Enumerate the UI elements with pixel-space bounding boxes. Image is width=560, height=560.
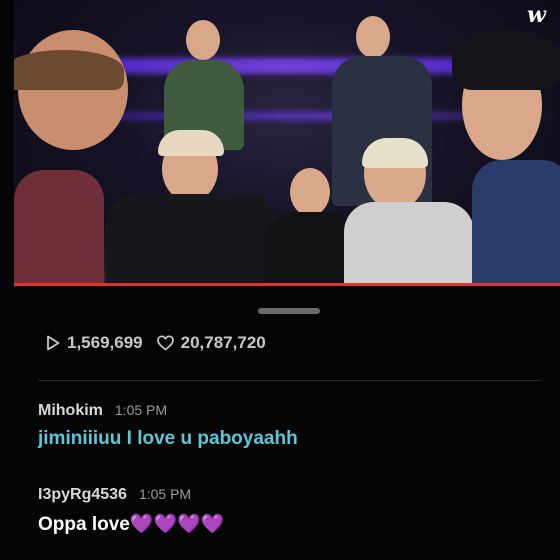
comment-username[interactable]: Mihokim [38,402,103,420]
divider [38,380,540,381]
comment-username[interactable]: I3pyRg4536 [38,486,127,504]
comment-timestamp: 1:05 PM [138,486,192,502]
play-icon [47,335,60,351]
comment-item[interactable]: I3pyRg4536 1:05 PM Oppa love💜💜💜💜 [38,486,224,536]
video-stats: 1,569,699 20,787,720 [46,333,280,353]
play-count: 1,569,699 [46,333,143,353]
play-count-value: 1,569,699 [67,333,143,352]
comment-item[interactable]: Mihokim 1:05 PM jiminiiiuu I love u pabo… [38,402,298,450]
video-player[interactable]: w [14,0,560,286]
comment-timestamp: 1:05 PM [114,402,168,418]
comment-text: jiminiiiuu I love u paboyaahh [38,428,298,449]
video-progress-track[interactable] [14,283,560,286]
like-count: 20,787,720 [156,333,266,353]
heart-icon [156,335,174,351]
drag-handle[interactable] [258,308,320,314]
app-logo: w [527,2,546,28]
like-count-value: 20,787,720 [180,333,266,352]
comment-text: Oppa love💜💜💜💜 [38,514,225,535]
